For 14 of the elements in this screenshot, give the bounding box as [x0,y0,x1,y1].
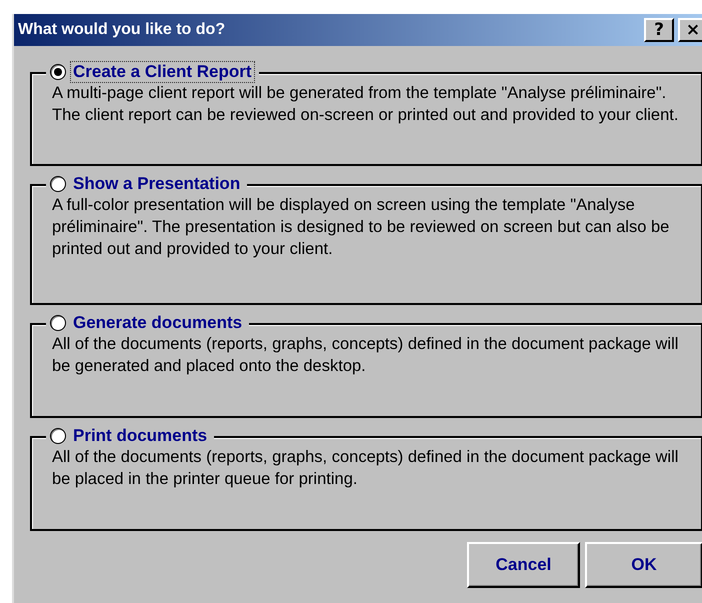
radio-button[interactable] [50,428,66,444]
radio-button[interactable] [50,315,66,331]
option-label[interactable]: Create a Client Report [70,61,255,83]
option-description: All of the documents (reports, graphs, concepts) defined in the document package will be placed in the printer queue for printing. [52,447,680,490]
window-title: What would you like to do? [18,21,226,39]
cancel-button[interactable]: Cancel [467,542,580,588]
help-button[interactable]: ? [644,18,674,42]
radio-button[interactable] [50,64,66,80]
option-description: A multi-page client report will be generated from the template "Analyse préliminaire". The client report can be reviewed on-screen or printed out and provided to your client. [52,83,680,126]
option-description: A full-color presentation will be displayed on screen using the template "Analyse préliminaire". The presentation is designed to be reviewed on screen but can also be printed out and provided to your client. [52,195,670,260]
radio-button[interactable] [50,176,66,192]
option-description: All of the documents (reports, graphs, concepts) defined in the document package will be generated and placed onto the desktop. [52,334,680,377]
ok-button[interactable]: OK [585,542,702,588]
close-button[interactable]: × [678,18,702,42]
